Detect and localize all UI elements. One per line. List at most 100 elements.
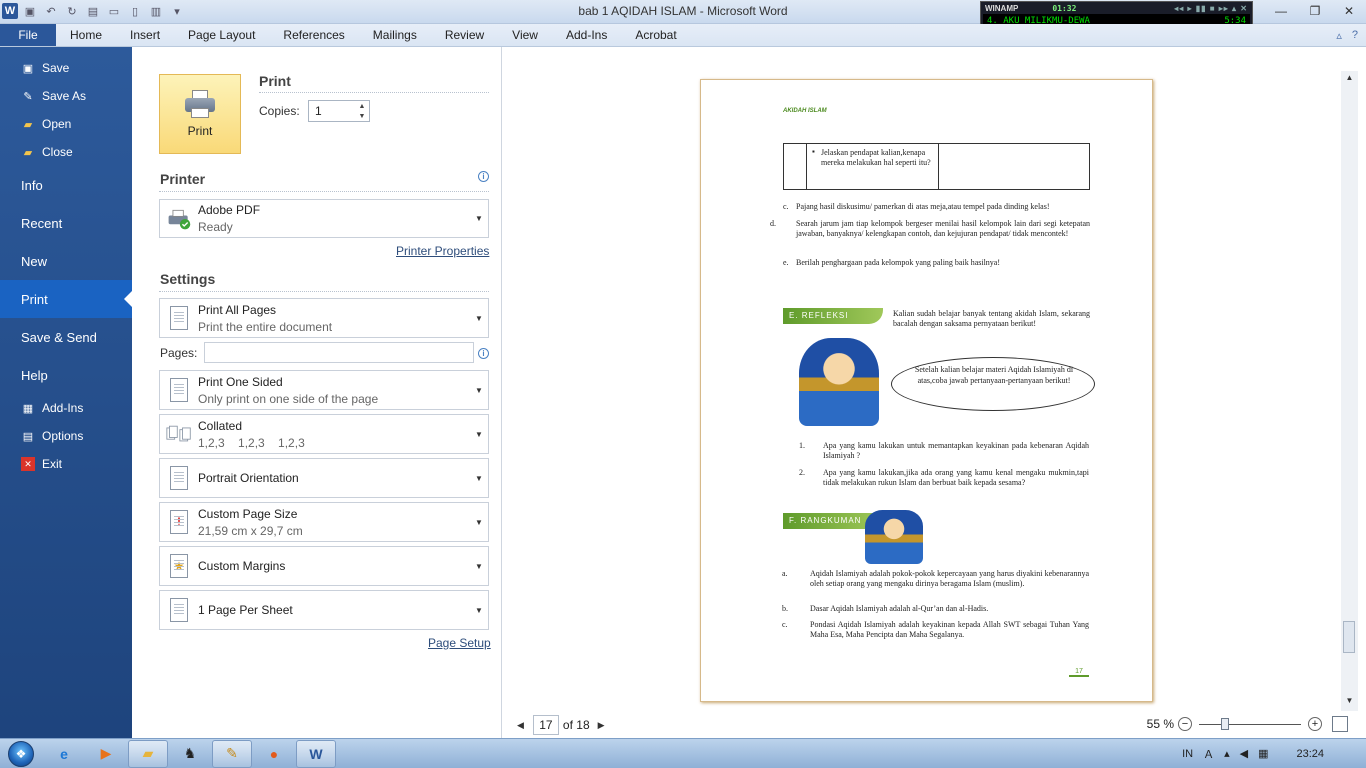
printer-dropdown[interactable]: Adobe PDF Ready ▼ bbox=[159, 199, 489, 238]
clock[interactable]: 23:24 bbox=[1296, 748, 1324, 760]
tab-view[interactable]: View bbox=[498, 24, 552, 46]
nav-recent[interactable]: Recent bbox=[0, 204, 132, 242]
collation-desc: 1,2,3 1,2,3 1,2,3 bbox=[198, 435, 305, 450]
page-setup-link[interactable]: Page Setup bbox=[428, 636, 491, 650]
zoom-level[interactable]: 55 % bbox=[1147, 717, 1174, 731]
taskbar-ie-icon[interactable]: e bbox=[44, 740, 84, 768]
tab-insert[interactable]: Insert bbox=[116, 24, 174, 46]
nav-close[interactable]: ▰ Close bbox=[0, 138, 132, 166]
summary-item: b. Dasar Aqidah Islamiyah adalah al-Qur’a… bbox=[782, 604, 989, 613]
margins-dropdown[interactable]: ★ Custom Margins ▼ bbox=[159, 546, 489, 586]
tab-add-ins[interactable]: Add-Ins bbox=[552, 24, 621, 46]
pages-per-sheet-dropdown[interactable]: 1 Page Per Sheet ▼ bbox=[159, 590, 489, 630]
scroll-down-icon[interactable]: ▼ bbox=[1341, 696, 1358, 705]
window-controls: — ❐ ✕ bbox=[1264, 0, 1366, 22]
printer-status: Ready bbox=[198, 220, 233, 234]
tab-file[interactable]: File bbox=[0, 24, 56, 46]
printer-properties-link[interactable]: Printer Properties bbox=[396, 244, 489, 258]
print-preview-icon[interactable]: ▤ bbox=[84, 3, 102, 19]
taskbar-firefox-icon[interactable]: ● bbox=[254, 740, 294, 768]
network-icon[interactable]: ▦ bbox=[1258, 747, 1268, 760]
nav-open[interactable]: ▰ Open bbox=[0, 110, 132, 138]
page-size-dropdown[interactable]: ! Custom Page Size 21,59 cm x 29,7 cm ▼ bbox=[159, 502, 489, 542]
pages-per-sheet-icon bbox=[166, 598, 192, 622]
nav-options[interactable]: ▤ Options bbox=[0, 422, 132, 450]
chevron-down-icon: ▼ bbox=[475, 473, 483, 483]
nav-print[interactable]: Print bbox=[0, 280, 132, 318]
open-folder-icon[interactable]: ▭ bbox=[105, 3, 123, 19]
copies-stepper[interactable]: 1 ▲ ▼ bbox=[308, 100, 370, 122]
spin-up-icon[interactable]: ▲ bbox=[359, 103, 366, 110]
taskbar-chess-icon[interactable]: ♞ bbox=[170, 740, 210, 768]
nav-save-send[interactable]: Save & Send bbox=[0, 318, 132, 356]
taskbar-explorer-icon[interactable]: ▰ bbox=[128, 739, 168, 768]
ribbon-minimize-icon[interactable]: ▵ bbox=[1336, 29, 1342, 42]
pages-label: Pages: bbox=[160, 346, 198, 360]
volume-icon[interactable]: ◀ bbox=[1240, 747, 1248, 760]
save-icon[interactable]: ▣ bbox=[21, 3, 39, 19]
chevron-down-icon: ▼ bbox=[475, 605, 483, 615]
orientation-dropdown[interactable]: Portrait Orientation ▼ bbox=[159, 458, 489, 498]
printer-info-icon[interactable]: i bbox=[478, 171, 489, 182]
scroll-up-icon[interactable]: ▲ bbox=[1341, 73, 1358, 82]
zoom-slider-knob[interactable] bbox=[1220, 717, 1229, 730]
collation-dropdown[interactable]: Collated 1,2,3 1,2,3 1,2,3 ▼ bbox=[159, 414, 489, 454]
taskbar-tool-icon[interactable]: ✎ bbox=[212, 739, 252, 768]
settings-divider bbox=[159, 291, 489, 292]
zoom-to-page-icon[interactable] bbox=[1332, 716, 1348, 732]
orientation-value: Portrait Orientation bbox=[198, 471, 299, 485]
pages-input[interactable] bbox=[204, 342, 474, 363]
pages-info-icon[interactable]: i bbox=[478, 348, 489, 359]
nav-help[interactable]: Help bbox=[0, 356, 132, 394]
language-indicator[interactable]: IN bbox=[1182, 748, 1193, 760]
scroll-thumb[interactable] bbox=[1343, 621, 1355, 653]
nav-add-ins[interactable]: ▦ Add-Ins bbox=[0, 394, 132, 422]
chevron-down-icon: ▼ bbox=[475, 385, 483, 395]
restore-icon[interactable]: ❐ bbox=[1298, 0, 1332, 22]
preview-scrollbar[interactable]: ▲ ▼ bbox=[1341, 71, 1358, 711]
copies-value: 1 bbox=[315, 104, 322, 118]
minimize-icon[interactable]: — bbox=[1264, 0, 1298, 22]
tab-references[interactable]: References bbox=[269, 24, 358, 46]
open-folder-icon: ▰ bbox=[23, 118, 33, 131]
tab-acrobat[interactable]: Acrobat bbox=[621, 24, 690, 46]
nav-save[interactable]: ▣ Save bbox=[0, 54, 132, 82]
undo-icon[interactable]: ↶ bbox=[42, 3, 60, 19]
print-range-dropdown[interactable]: Print All Pages Print the entire documen… bbox=[159, 298, 489, 338]
word-app-icon[interactable]: W bbox=[2, 3, 18, 19]
nav-close-label: Close bbox=[42, 145, 73, 159]
close-window-icon[interactable]: ✕ bbox=[1332, 0, 1366, 22]
tab-review[interactable]: Review bbox=[431, 24, 498, 46]
help-icon[interactable]: ? bbox=[1352, 29, 1358, 41]
show-hidden-icons-icon[interactable]: ▴ bbox=[1224, 747, 1230, 760]
nav-info[interactable]: Info bbox=[0, 166, 132, 204]
customize-qat-icon[interactable]: ▾ bbox=[168, 3, 186, 19]
printer-name: Adobe PDF bbox=[198, 203, 261, 217]
zoom-out-icon[interactable]: − bbox=[1178, 717, 1192, 731]
start-button[interactable]: ❖ bbox=[0, 739, 42, 768]
winamp-controls[interactable]: ◂◂ ▸ ▮▮ ■ ▸▸ ▴ ✕ bbox=[1174, 4, 1248, 13]
sides-dropdown[interactable]: Print One Sided Only print on one side o… bbox=[159, 370, 489, 410]
nav-save-as[interactable]: ✎ Save As bbox=[0, 82, 132, 110]
nav-new[interactable]: New bbox=[0, 242, 132, 280]
print-button[interactable]: Print bbox=[159, 74, 241, 154]
language-bar-icon[interactable]: Ａ bbox=[1203, 746, 1214, 762]
nav-exit[interactable]: ✕ Exit bbox=[0, 450, 132, 478]
taskbar-media-player-icon[interactable]: ▶ bbox=[86, 740, 126, 768]
quick-print-icon[interactable]: ▥ bbox=[147, 3, 165, 19]
question-item: 1. Apa yang kamu lakukan untuk memantapka… bbox=[799, 441, 1089, 460]
zoom-slider[interactable] bbox=[1199, 717, 1301, 730]
ribbon-tabs: File Home Insert Page Layout References … bbox=[0, 24, 1366, 47]
next-page-icon[interactable]: ▶ bbox=[598, 720, 605, 731]
zoom-in-icon[interactable]: + bbox=[1308, 717, 1322, 731]
tab-page-layout[interactable]: Page Layout bbox=[174, 24, 269, 46]
previous-page-icon[interactable]: ◀ bbox=[517, 720, 524, 731]
current-page-input[interactable]: 17 bbox=[532, 715, 559, 735]
spin-down-icon[interactable]: ▼ bbox=[359, 113, 366, 120]
tab-mailings[interactable]: Mailings bbox=[359, 24, 431, 46]
taskbar-word-icon[interactable]: W bbox=[296, 739, 336, 768]
tab-home[interactable]: Home bbox=[56, 24, 116, 46]
new-document-icon[interactable]: ▯ bbox=[126, 3, 144, 19]
redo-icon[interactable]: ↻ bbox=[63, 3, 81, 19]
question-item: 2. Apa yang kamu lakukan,jika ada orang y… bbox=[799, 468, 1089, 487]
